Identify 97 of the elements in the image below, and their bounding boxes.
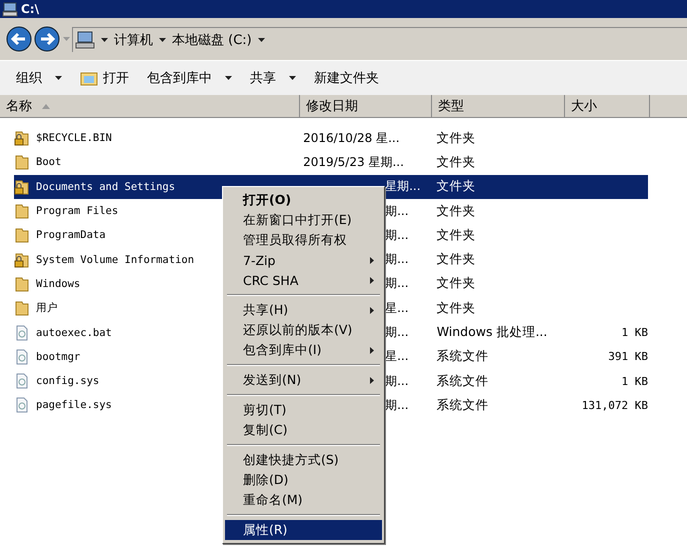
menu-item[interactable]: 重命名(M)	[225, 490, 382, 510]
submenu-arrow-icon	[370, 276, 374, 284]
folder-icon	[14, 276, 30, 292]
back-button[interactable]	[5, 26, 33, 52]
file-name: Windows	[36, 278, 80, 290]
date-cell: 期...	[385, 396, 409, 414]
size-cell: 1 KB	[622, 326, 648, 340]
date-cell: 2019/5/23 星期...	[303, 154, 404, 171]
menu-item[interactable]: CRC SHA	[225, 270, 382, 290]
type-cell-text: 文件夹	[436, 251, 477, 268]
column-header[interactable]: 修改日期	[300, 95, 432, 117]
menu-item[interactable]: 管理员取得所有权	[225, 230, 382, 250]
file-name: Boot	[36, 156, 62, 168]
file-name: autoexec.bat	[36, 326, 112, 339]
menu-item[interactable]: 属性(R)	[225, 520, 382, 540]
file-name: 用户	[36, 301, 58, 316]
date-cell: 期...	[385, 251, 409, 268]
menu-item[interactable]: 7-Zip	[225, 250, 382, 270]
menu-item[interactable]: 共享(H)	[225, 300, 382, 320]
type-cell-text: 文件夹	[436, 154, 477, 171]
caret-icon	[258, 38, 265, 42]
folder-icon	[14, 300, 30, 316]
date-cell: 2016/10/28 星...	[303, 130, 400, 147]
file-icon	[14, 348, 30, 365]
submenu-arrow-icon	[370, 306, 374, 314]
window-title: C:\	[21, 2, 39, 16]
folder-icon	[14, 203, 30, 220]
date-cell: 期...	[385, 372, 409, 390]
column-header[interactable]: 大小	[565, 95, 650, 117]
sort-up-icon	[42, 104, 50, 108]
locked-folder-icon	[14, 130, 30, 146]
file-name: ProgramData	[36, 229, 106, 242]
type-cell-text: 系统文件	[436, 348, 490, 366]
type-cell-text: 文件夹	[436, 178, 477, 196]
menu-item[interactable]: 剪切(T)	[225, 400, 382, 420]
date-cell: 期...	[385, 324, 409, 342]
menu-item[interactable]: 创建快捷方式(S)	[225, 450, 382, 470]
submenu-arrow-icon	[370, 376, 374, 384]
file-icon	[14, 373, 30, 390]
type-cell-text: 文件夹	[436, 202, 477, 220]
type-cell-text: 文件夹	[436, 226, 477, 244]
date-cell: 期...	[385, 202, 409, 220]
folder-icon	[14, 227, 30, 244]
type-cell-text: 系统文件	[436, 396, 490, 414]
date-cell: 期...	[385, 226, 409, 244]
menu-item[interactable]: 包含到库中(I)	[225, 340, 382, 360]
toolbar-button[interactable]: 包含到库中	[139, 66, 240, 90]
submenu-arrow-icon	[370, 256, 374, 264]
forward-button[interactable]	[33, 26, 61, 52]
caret-icon	[101, 38, 108, 42]
file-icon	[14, 324, 30, 341]
caret-icon	[289, 76, 296, 80]
caret-icon	[55, 76, 62, 80]
file-icon	[14, 397, 30, 414]
date-cell: 期...	[385, 275, 409, 292]
type-cell-text: Windows 批处理...	[436, 324, 548, 342]
address-bar[interactable]: 计算机 本地磁盘 (C:)	[72, 26, 687, 52]
menu-item[interactable]: 还原以前的版本(V)	[225, 320, 382, 340]
type-cell-text: 文件夹	[436, 130, 477, 147]
type-cell-text: 文件夹	[436, 275, 477, 292]
type-cell-text: 系统文件	[436, 372, 490, 390]
computer-icon	[75, 30, 95, 48]
menu-item[interactable]: 复制(C)	[225, 420, 382, 440]
menu-item[interactable]: 发送到(N)	[225, 370, 382, 390]
date-cell: 星...	[385, 348, 409, 366]
menu-item[interactable]: 在新窗口中打开(E)	[225, 210, 382, 230]
file-name: config.sys	[36, 375, 100, 388]
caret-icon	[63, 37, 70, 41]
submenu-arrow-icon	[370, 346, 374, 354]
file-name: Program Files	[36, 205, 118, 218]
date-cell: 星...	[385, 300, 409, 317]
toolbar-button[interactable]: 组织	[8, 66, 70, 90]
date-cell: 星期...	[385, 178, 421, 196]
size-cell: 391 KB	[608, 350, 648, 364]
toolbar-button[interactable]: 共享	[242, 66, 304, 90]
breadcrumb-item[interactable]: 本地磁盘 (C:)	[172, 30, 252, 48]
file-name: Documents and Settings	[36, 180, 176, 193]
menu-item[interactable]: 打开(O)	[225, 190, 382, 210]
toolbar-button[interactable]: 打开	[72, 66, 137, 90]
column-header[interactable]: 名称	[0, 95, 300, 117]
menu-item[interactable]: 删除(D)	[225, 470, 382, 490]
file-name: bootmgr	[36, 350, 80, 363]
folder-icon	[14, 154, 30, 170]
locked-folder-icon	[14, 252, 30, 268]
window-folder-icon	[80, 70, 98, 86]
file-name: $RECYCLE.BIN	[36, 132, 112, 144]
breadcrumb-item[interactable]: 计算机	[114, 30, 153, 48]
file-name: System Volume Information	[36, 254, 194, 266]
caret-icon	[225, 76, 232, 80]
column-header[interactable]: 类型	[432, 95, 565, 117]
toolbar-button[interactable]: 新建文件夹	[306, 66, 387, 90]
file-name: pagefile.sys	[36, 399, 112, 412]
caret-icon	[159, 38, 166, 42]
size-cell: 1 KB	[622, 374, 648, 388]
size-cell: 131,072 KB	[582, 398, 648, 412]
type-cell-text: 文件夹	[436, 300, 477, 317]
locked-folder-icon	[14, 178, 30, 195]
